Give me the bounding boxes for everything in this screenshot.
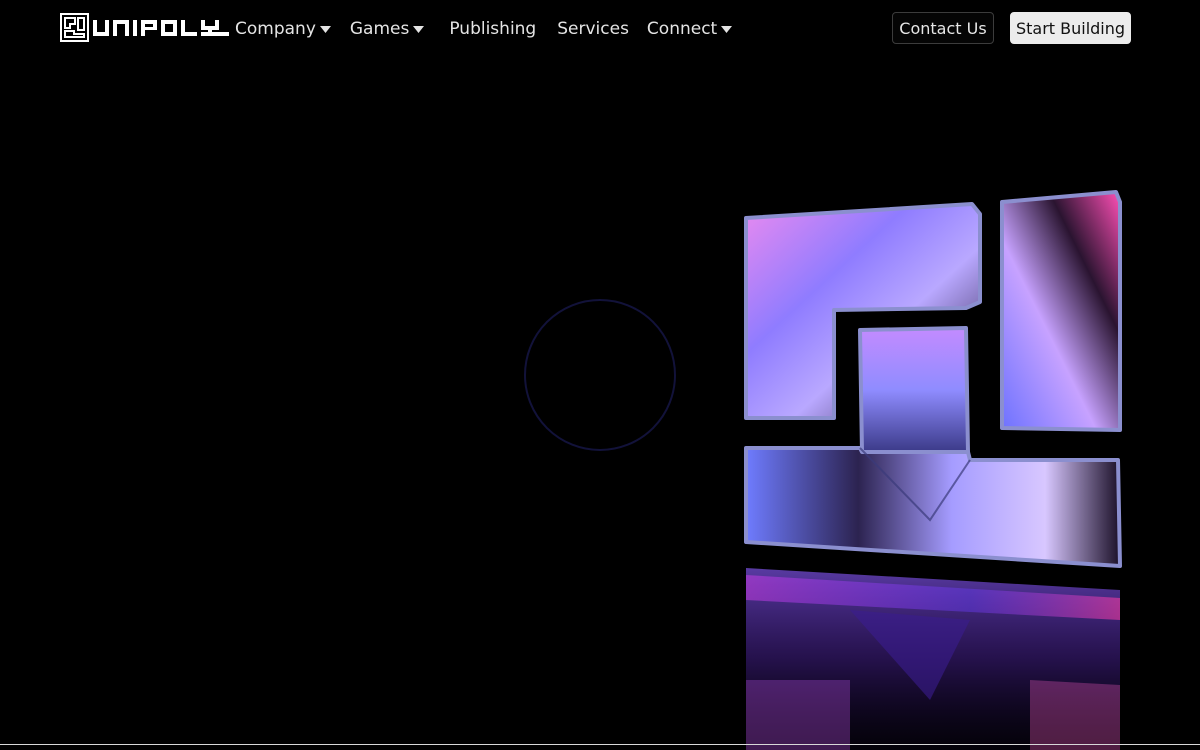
nav-connect[interactable]: Connect (646, 17, 733, 41)
main-nav: Company Games Publishing Services Connec… (235, 17, 733, 41)
nav-publishing-label: Publishing (449, 19, 537, 39)
contact-us-button[interactable]: Contact Us (892, 12, 994, 44)
nav-company[interactable]: Company (235, 17, 331, 41)
start-building-button[interactable]: Start Building (1010, 12, 1131, 44)
page-bottom-divider (0, 744, 1200, 745)
nav-connect-label: Connect (646, 19, 718, 39)
nav-publishing[interactable]: Publishing (449, 17, 536, 41)
brand-logo[interactable] (60, 13, 229, 42)
unipoly-mark-icon (60, 13, 89, 42)
loading-ring-icon (524, 299, 676, 451)
unipoly-wordmark (93, 19, 229, 36)
nav-games[interactable]: Games (349, 17, 425, 41)
caret-down-icon (319, 25, 331, 33)
caret-down-icon (721, 25, 733, 33)
page: Company Games Publishing Services Connec… (0, 0, 1200, 750)
nav-services[interactable]: Services (557, 17, 629, 41)
nav-company-label: Company (235, 19, 316, 39)
caret-down-icon (413, 25, 425, 33)
nav-services-label: Services (557, 19, 629, 39)
site-header: Company Games Publishing Services Connec… (0, 0, 1200, 58)
unipoly-3d-logo (744, 190, 1122, 750)
nav-games-label: Games (349, 19, 410, 39)
